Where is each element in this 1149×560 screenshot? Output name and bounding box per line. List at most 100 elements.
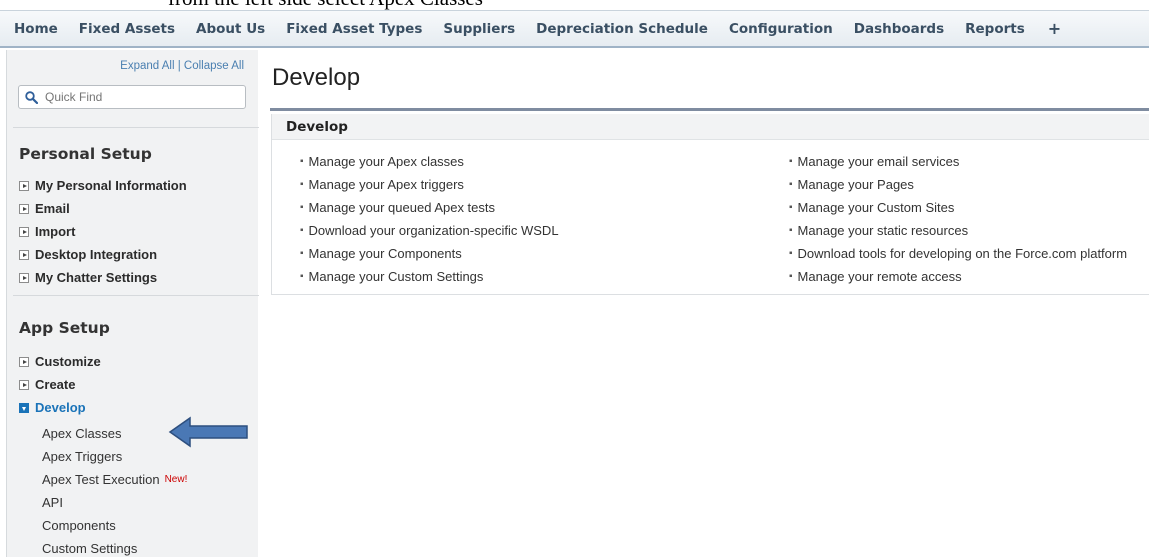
tab-depreciation-schedule[interactable]: Depreciation Schedule	[536, 21, 708, 37]
expand-icon	[19, 180, 29, 191]
link-manage-queued-apex-tests[interactable]: ▪ Manage your queued Apex tests	[300, 196, 559, 219]
sidebar-item-components[interactable]: Components	[42, 514, 187, 537]
bullet-icon: ▪	[789, 271, 793, 282]
expand-collapse-divider: |	[174, 60, 184, 72]
expand-icon	[19, 356, 29, 367]
tab-reports[interactable]: Reports	[965, 21, 1025, 37]
link-label: Manage your Pages	[797, 177, 914, 192]
collapse-all-link[interactable]: Collapse All	[184, 60, 244, 72]
develop-children: Apex Classes Apex Triggers Apex Test Exe…	[42, 422, 187, 560]
link-download-wsdl[interactable]: ▪ Download your organization-specific WSD…	[300, 219, 559, 242]
expand-icon	[19, 203, 29, 214]
link-label: Manage your Apex triggers	[308, 177, 464, 192]
sidebar-item-apex-triggers[interactable]: Apex Triggers	[42, 445, 187, 468]
sidebar-item-create[interactable]: Create	[19, 373, 101, 396]
link-label: Manage your remote access	[797, 269, 962, 284]
bullet-icon: ▪	[300, 225, 304, 236]
title-rule	[270, 108, 1149, 111]
develop-panel: Develop ▪ Manage your Apex classes ▪ Manag…	[271, 114, 1149, 295]
sidebar-divider	[13, 295, 259, 296]
sidebar-item-label: Desktop Integration	[35, 247, 158, 262]
link-label: Manage your static resources	[797, 223, 969, 238]
tab-fixed-assets[interactable]: Fixed Assets	[79, 21, 175, 37]
sidebar-item-label: Import	[35, 224, 76, 239]
sidebar-item-my-personal-information[interactable]: My Personal Information	[19, 174, 187, 197]
personal-setup-heading: Personal Setup	[19, 145, 152, 163]
link-manage-apex-classes[interactable]: ▪ Manage your Apex classes	[300, 150, 559, 173]
setup-sidebar: Expand All | Collapse All Personal Setup…	[6, 50, 259, 560]
left-arrow-annotation-icon	[168, 416, 248, 448]
sidebar-item-my-chatter-settings[interactable]: My Chatter Settings	[19, 266, 187, 289]
link-label: Manage your Components	[308, 246, 462, 261]
collapse-icon	[19, 402, 29, 413]
sidebar-item-label: My Chatter Settings	[35, 270, 158, 285]
link-label: Manage your Apex classes	[308, 154, 464, 169]
link-manage-components[interactable]: ▪ Manage your Components	[300, 242, 559, 265]
new-badge: New!	[164, 474, 188, 485]
panel-title: Develop	[272, 114, 1149, 140]
link-manage-remote-access[interactable]: ▪ Manage your remote access	[789, 265, 1127, 288]
expand-icon	[19, 226, 29, 237]
link-manage-custom-sites[interactable]: ▪ Manage your Custom Sites	[789, 196, 1127, 219]
bullet-icon: ▪	[300, 271, 304, 282]
expand-icon	[19, 379, 29, 390]
sidebar-item-label: Apex Test Execution	[42, 472, 160, 487]
quick-find-input[interactable]	[43, 89, 233, 105]
bullet-icon: ▪	[789, 156, 793, 167]
link-manage-pages[interactable]: ▪ Manage your Pages	[789, 173, 1127, 196]
tab-suppliers[interactable]: Suppliers	[443, 21, 515, 37]
expand-icon	[19, 249, 29, 260]
personal-setup-list: My Personal Information Email Import Des…	[19, 174, 187, 289]
bullet-icon: ▪	[789, 248, 793, 259]
bullet-icon: ▪	[300, 156, 304, 167]
tab-fixed-asset-types[interactable]: Fixed Asset Types	[286, 21, 422, 37]
link-manage-apex-triggers[interactable]: ▪ Manage your Apex triggers	[300, 173, 559, 196]
app-setup-list: Customize Create Develop	[19, 350, 101, 419]
link-manage-email-services[interactable]: ▪ Manage your email services	[789, 150, 1127, 173]
sidebar-item-desktop-integration[interactable]: Desktop Integration	[19, 243, 187, 266]
bullet-icon: ▪	[300, 202, 304, 213]
bullet-icon: ▪	[300, 248, 304, 259]
link-label: Manage your Custom Settings	[308, 269, 484, 284]
sidebar-item-apex-classes[interactable]: Apex Classes	[42, 422, 187, 445]
add-tab-plus-icon[interactable]: +	[1048, 19, 1061, 38]
app-setup-heading: App Setup	[19, 319, 110, 337]
right-link-column: ▪ Manage your email services ▪ Manage your…	[789, 150, 1127, 288]
left-link-column: ▪ Manage your Apex classes ▪ Manage your A…	[300, 150, 559, 288]
page-title: Develop	[272, 64, 361, 91]
quick-find-box[interactable]	[18, 85, 246, 109]
link-manage-custom-settings[interactable]: ▪ Manage your Custom Settings	[300, 265, 559, 288]
link-label: Download your organization-specific WSDL	[308, 223, 559, 238]
sidebar-item-label: Create	[35, 377, 76, 392]
link-label: Manage your queued Apex tests	[308, 200, 496, 215]
link-download-tools[interactable]: ▪ Download tools for developing on the Fo…	[789, 242, 1127, 265]
sidebar-item-import[interactable]: Import	[19, 220, 187, 243]
sidebar-divider	[13, 127, 259, 128]
top-caption-strip: from the left side select Apex Classes	[0, 0, 1149, 10]
tab-about-us[interactable]: About Us	[196, 21, 265, 37]
expand-icon	[19, 272, 29, 283]
sidebar-item-apex-test-execution[interactable]: Apex Test Execution New!	[42, 468, 187, 491]
sidebar-item-label: My Personal Information	[35, 178, 187, 193]
tab-dashboards[interactable]: Dashboards	[854, 21, 944, 37]
expand-all-link[interactable]: Expand All	[120, 60, 174, 72]
tab-bar: Home Fixed Assets About Us Fixed Asset T…	[0, 10, 1149, 48]
search-icon	[25, 90, 38, 104]
caption-text: from the left side select Apex Classes	[168, 0, 483, 10]
sidebar-item-label: Customize	[35, 354, 101, 369]
sidebar-item-email[interactable]: Email	[19, 197, 187, 220]
link-manage-static-resources[interactable]: ▪ Manage your static resources	[789, 219, 1127, 242]
bullet-icon: ▪	[789, 179, 793, 190]
sidebar-item-customize[interactable]: Customize	[19, 350, 101, 373]
bullet-icon: ▪	[789, 202, 793, 213]
link-label: Download tools for developing on the For…	[797, 246, 1128, 261]
sidebar-item-develop[interactable]: Develop	[19, 396, 101, 419]
tab-home[interactable]: Home	[14, 21, 58, 37]
sidebar-item-label: Email	[35, 201, 70, 216]
bullet-icon: ▪	[789, 225, 793, 236]
expand-collapse-links: Expand All | Collapse All	[120, 60, 244, 72]
sidebar-item-api[interactable]: API	[42, 491, 187, 514]
tab-configuration[interactable]: Configuration	[729, 21, 833, 37]
link-label: Manage your email services	[797, 154, 960, 169]
bullet-icon: ▪	[300, 179, 304, 190]
